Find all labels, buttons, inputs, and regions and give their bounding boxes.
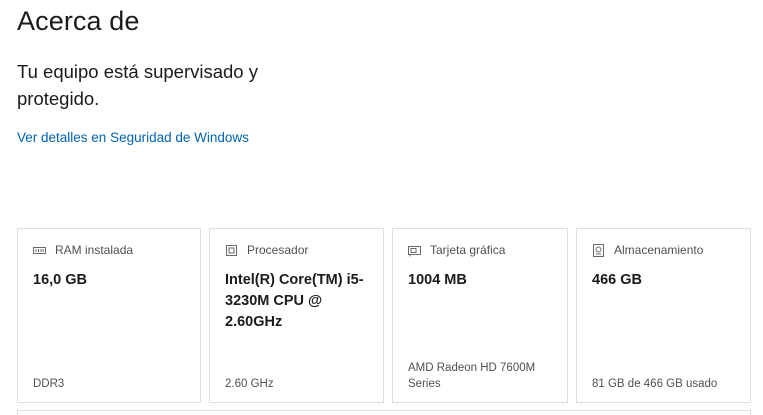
protection-status-text: Tu equipo está supervisado y protegido. [17, 61, 258, 109]
spec-card-header: Tarjeta gráfica [408, 243, 505, 257]
spec-card-label: Almacenamiento [614, 243, 704, 257]
spec-card-header: Procesador [225, 243, 308, 257]
spec-card-header: Almacenamiento [592, 243, 703, 257]
next-section-edge [17, 410, 751, 415]
spec-card-value: Intel(R) Core(TM) i5-3230M CPU @ 2.60GHz [225, 272, 364, 330]
spec-card-detail: DDR3 [33, 378, 65, 390]
spec-card-storage: Almacenamiento 466 GB 81 GB de 466 GB us… [576, 228, 751, 403]
spec-card-detail: 2.60 GHz [225, 378, 274, 390]
spec-card-label: Tarjeta gráfica [430, 243, 506, 257]
spec-card-value: 1004 MB [408, 272, 467, 288]
spec-card-header: RAM instalada [33, 243, 133, 257]
spec-card-label: RAM instalada [55, 243, 134, 257]
spec-card-label: Procesador [247, 243, 309, 257]
spec-card-value: 16,0 GB [33, 272, 87, 288]
security-details-link[interactable]: Ver detalles en Seguridad de Windows [17, 130, 249, 145]
spec-card-value: 466 GB [592, 272, 642, 288]
processor-icon [225, 244, 238, 257]
graphics-card-icon [408, 244, 421, 257]
spec-card-processor: Procesador Intel(R) Core(TM) i5-3230M CP… [209, 228, 384, 403]
spec-card-detail: 81 GB de 466 GB usado [592, 378, 718, 390]
spec-card-graphics: Tarjeta gráfica 1004 MB AMD Radeon HD 76… [392, 228, 568, 403]
spec-card-detail: AMD Radeon HD 7600M Series [408, 362, 536, 390]
storage-icon [592, 243, 605, 257]
page-title: Acerca de [17, 6, 140, 36]
spec-card-ram: RAM instalada 16,0 GB DDR3 [17, 228, 201, 403]
ram-icon [33, 244, 46, 257]
